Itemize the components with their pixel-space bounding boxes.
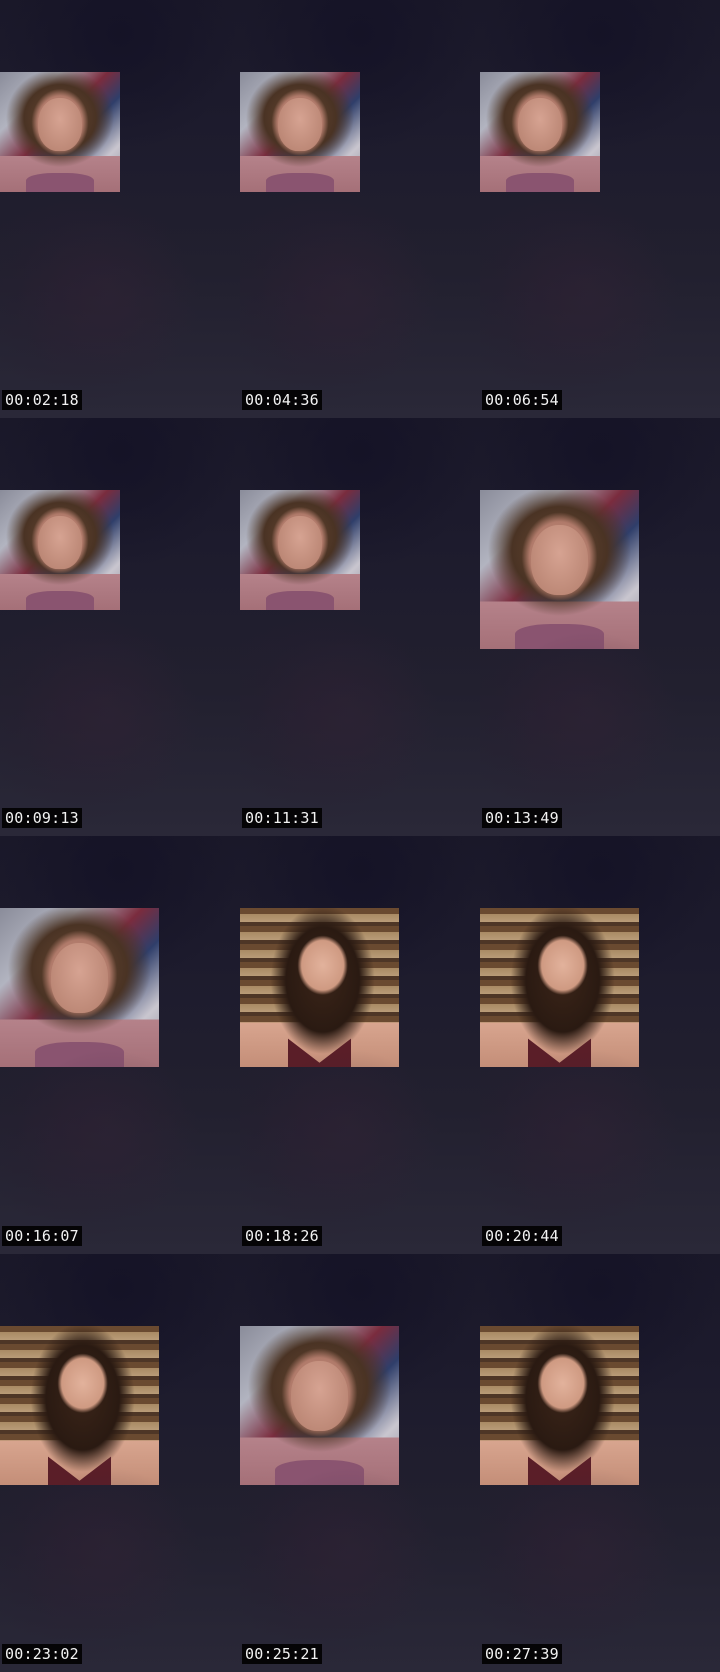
top — [274, 1459, 364, 1485]
frame-cell[interactable]: 00:04:36 — [240, 0, 480, 418]
frame-thumbnail[interactable] — [480, 1326, 639, 1485]
face — [290, 1360, 349, 1431]
frame-thumbnail[interactable] — [0, 908, 159, 1067]
top — [527, 1038, 592, 1067]
frame-cell[interactable]: 00:20:44 — [480, 836, 720, 1254]
frame-timestamp: 00:13:49 — [482, 808, 562, 828]
frame-timestamp: 00:20:44 — [482, 1226, 562, 1246]
top — [26, 590, 94, 610]
frame-cell[interactable]: 00:27:39 — [480, 1254, 720, 1672]
frame-thumbnail[interactable] — [480, 72, 600, 192]
frame-cell[interactable]: 00:02:18 — [0, 0, 240, 418]
frame-thumbnail[interactable] — [0, 490, 120, 610]
frame-cell[interactable]: 00:11:31 — [240, 418, 480, 836]
face — [518, 98, 562, 152]
frame-timestamp: 00:23:02 — [2, 1644, 82, 1664]
frame-timestamp: 00:18:26 — [242, 1226, 322, 1246]
contact-sheet: 00:02:18 00:04:36 00:06:54 00:09:13 00:1… — [0, 0, 720, 1672]
face — [278, 98, 322, 152]
frame-timestamp: 00:11:31 — [242, 808, 322, 828]
frame-thumbnail[interactable] — [480, 490, 639, 649]
frame-cell[interactable]: 00:13:49 — [480, 418, 720, 836]
top — [26, 172, 94, 192]
frame-cell[interactable]: 00:09:13 — [0, 418, 240, 836]
frame-timestamp: 00:09:13 — [2, 808, 82, 828]
frame-thumbnail[interactable] — [240, 490, 360, 610]
frame-timestamp: 00:25:21 — [242, 1644, 322, 1664]
frame-cell[interactable]: 00:23:02 — [0, 1254, 240, 1672]
top — [506, 172, 574, 192]
top — [266, 590, 334, 610]
frame-cell[interactable]: 00:18:26 — [240, 836, 480, 1254]
top — [34, 1041, 124, 1067]
frame-thumbnail[interactable] — [0, 72, 120, 192]
frame-thumbnail[interactable] — [240, 1326, 399, 1485]
face — [530, 524, 589, 595]
frame-thumbnail[interactable] — [240, 72, 360, 192]
frame-cell[interactable]: 00:06:54 — [480, 0, 720, 418]
frame-timestamp: 00:04:36 — [242, 390, 322, 410]
top — [514, 623, 604, 649]
face — [38, 98, 82, 152]
frame-cell[interactable]: 00:25:21 — [240, 1254, 480, 1672]
face — [38, 516, 82, 570]
frame-thumbnail[interactable] — [480, 908, 639, 1067]
frame-cell[interactable]: 00:16:07 — [0, 836, 240, 1254]
face — [50, 942, 109, 1013]
top — [266, 172, 334, 192]
frame-timestamp: 00:06:54 — [482, 390, 562, 410]
frame-thumbnail[interactable] — [0, 1326, 159, 1485]
top — [47, 1456, 112, 1485]
frame-timestamp: 00:27:39 — [482, 1644, 562, 1664]
top — [287, 1038, 352, 1067]
face — [278, 516, 322, 570]
top — [527, 1456, 592, 1485]
frame-thumbnail[interactable] — [240, 908, 399, 1067]
frame-timestamp: 00:16:07 — [2, 1226, 82, 1246]
frame-timestamp: 00:02:18 — [2, 390, 82, 410]
